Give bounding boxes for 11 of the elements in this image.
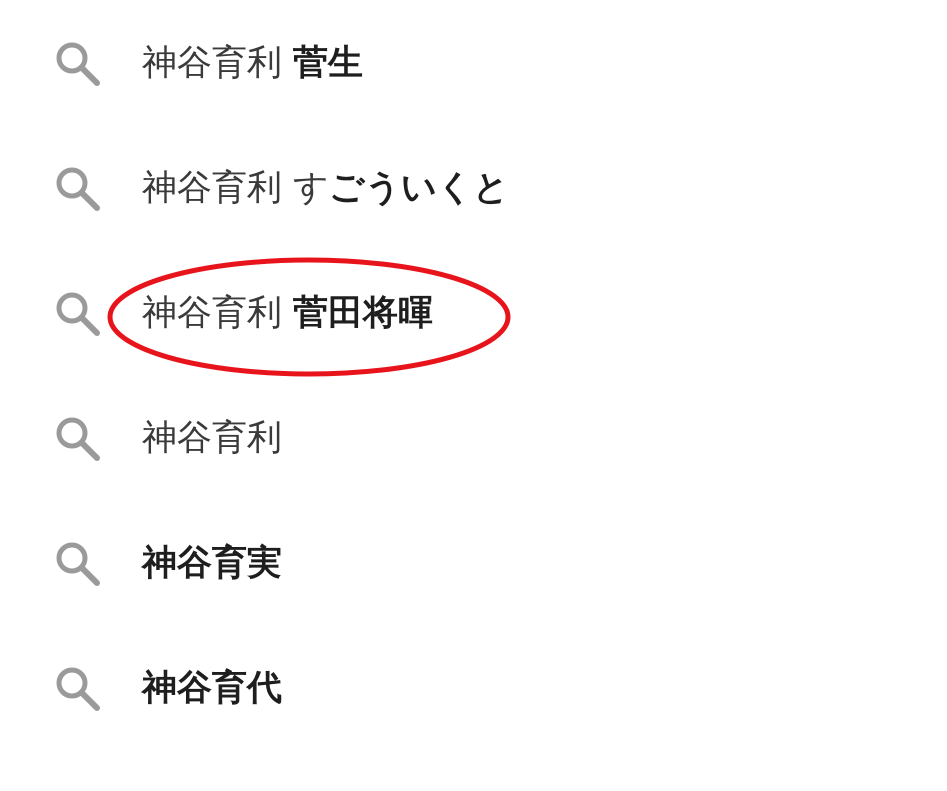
suggestion-text[interactable]: 神谷育利 — [142, 414, 282, 461]
suggestion-text[interactable]: 神谷育代 — [142, 664, 282, 711]
search-icon — [54, 164, 100, 210]
search-icon — [54, 290, 100, 336]
search-icon — [54, 40, 100, 86]
suggestion-text[interactable]: 神谷育利 すごういくと — [142, 164, 510, 211]
search-icon — [54, 540, 100, 586]
suggestion-text[interactable]: 神谷育実 — [142, 539, 282, 586]
search-icon — [54, 414, 100, 460]
suggestion-text[interactable]: 神谷育利 菅生 — [142, 39, 364, 86]
search-icon — [54, 664, 100, 710]
